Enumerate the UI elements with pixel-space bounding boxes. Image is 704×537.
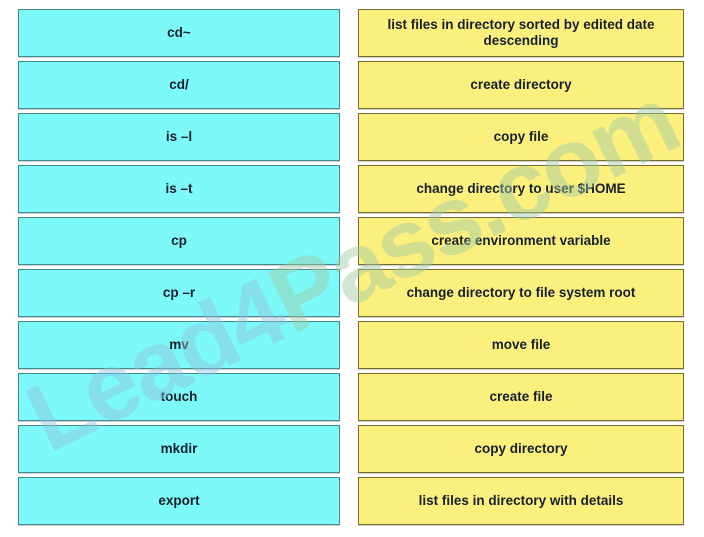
description-tile[interactable]: list files in directory sorted by edited… (358, 9, 684, 57)
command-tile[interactable]: cp (18, 217, 340, 265)
command-label: is –t (165, 180, 193, 196)
matching-exercise: Lead4Pass.com cd~ cd/ is –l is –t cp cp … (0, 0, 704, 537)
command-label: cp –r (162, 284, 196, 300)
description-label: create environment variable (431, 232, 611, 248)
description-label: change directory to user $HOME (416, 180, 626, 196)
description-tile[interactable]: create directory (358, 61, 684, 109)
description-tile[interactable]: copy directory (358, 425, 684, 473)
command-label: cd/ (169, 76, 189, 92)
command-tile[interactable]: export (18, 477, 340, 525)
description-tile[interactable]: move file (358, 321, 684, 369)
command-label: cp (171, 232, 187, 248)
description-tile[interactable]: list files in directory with details (358, 477, 684, 525)
description-column: list files in directory sorted by edited… (352, 0, 704, 537)
command-tile[interactable]: mkdir (18, 425, 340, 473)
command-column: cd~ cd/ is –l is –t cp cp –r mv touch mk… (0, 0, 352, 537)
description-label: list files in directory sorted by edited… (387, 16, 655, 48)
description-tile[interactable]: create file (358, 373, 684, 421)
description-label: list files in directory with details (418, 492, 624, 508)
command-tile[interactable]: cd~ (18, 9, 340, 57)
command-label: is –l (165, 128, 193, 144)
description-label: change directory to file system root (406, 284, 636, 300)
command-tile[interactable]: mv (18, 321, 340, 369)
command-label: export (158, 492, 200, 508)
description-tile[interactable]: change directory to file system root (358, 269, 684, 317)
description-label: move file (491, 336, 551, 352)
description-label: copy file (493, 128, 549, 144)
command-tile[interactable]: is –t (18, 165, 340, 213)
description-label: copy directory (474, 440, 568, 456)
command-tile[interactable]: cd/ (18, 61, 340, 109)
command-label: cd~ (167, 24, 191, 40)
command-label: mv (169, 336, 189, 352)
description-tile[interactable]: change directory to user $HOME (358, 165, 684, 213)
command-label: touch (160, 388, 198, 404)
command-tile[interactable]: cp –r (18, 269, 340, 317)
description-tile[interactable]: copy file (358, 113, 684, 161)
command-tile[interactable]: touch (18, 373, 340, 421)
columns-wrapper: cd~ cd/ is –l is –t cp cp –r mv touch mk… (0, 0, 704, 537)
description-label: create directory (470, 76, 572, 92)
command-tile[interactable]: is –l (18, 113, 340, 161)
command-label: mkdir (160, 440, 198, 456)
description-label: create file (489, 388, 553, 404)
description-tile[interactable]: create environment variable (358, 217, 684, 265)
